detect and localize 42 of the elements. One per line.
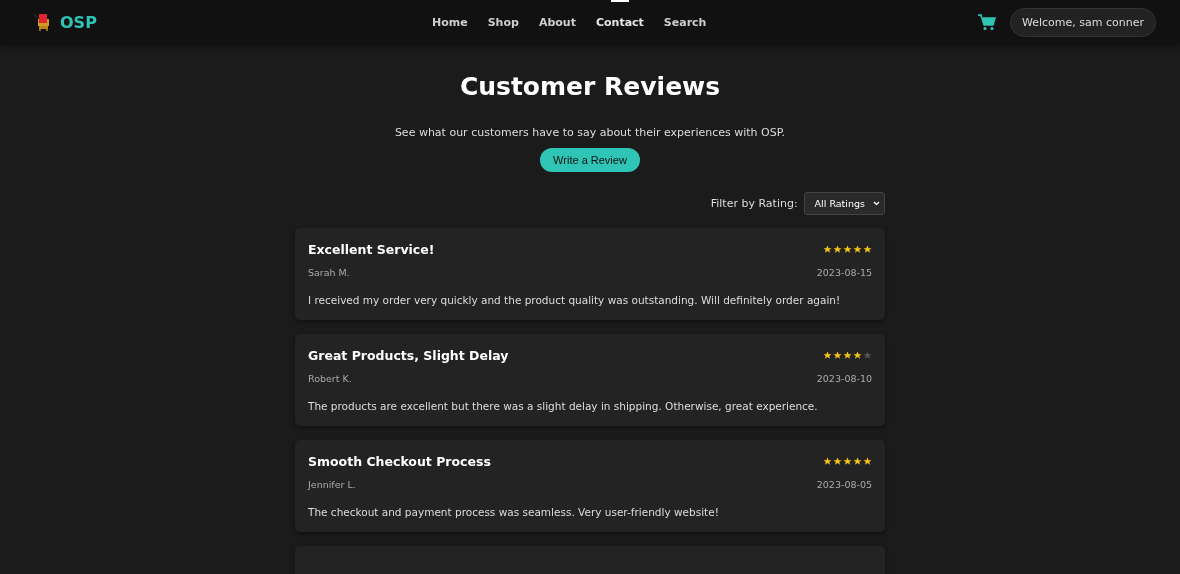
review-date: 2023-08-10 bbox=[816, 373, 872, 384]
review-title: Great Products, Slight Delay bbox=[308, 348, 509, 363]
write-review-button[interactable]: Write a Review bbox=[540, 148, 640, 172]
review-author: Jennifer L. bbox=[308, 479, 356, 490]
review-author: Sarah M. bbox=[308, 267, 350, 278]
star-icon bbox=[833, 245, 842, 254]
nav-link[interactable]: About bbox=[528, 0, 586, 44]
star-icon bbox=[853, 457, 862, 466]
star-icon bbox=[863, 245, 872, 254]
review-text: The products are excellent but there was a slight delay in shipping. Otherwise, great experience. bbox=[308, 400, 819, 412]
star-icon bbox=[853, 351, 862, 360]
intro-text: See what our customers have to say about their experiences with OSP. bbox=[394, 126, 786, 139]
chevron-icon bbox=[873, 201, 880, 206]
star-icon bbox=[823, 457, 832, 466]
nav-link[interactable]: Contact bbox=[585, 0, 654, 44]
review-title: Excellent Service! bbox=[308, 242, 435, 257]
review-text: The checkout and payment process was seamless. Very user-friendly website! bbox=[308, 506, 720, 518]
star-icon bbox=[833, 351, 842, 360]
review-title: Smooth Checkout Process bbox=[308, 454, 491, 469]
review-text: I received my order very quickly and the product quality was outstanding. Will definitely order again! bbox=[308, 294, 842, 306]
nav-link[interactable]: Home bbox=[422, 0, 478, 44]
rating-filter-select[interactable]: All Ratings bbox=[803, 192, 885, 215]
star-icon bbox=[823, 245, 832, 254]
star-icon bbox=[843, 245, 852, 254]
review-date: 2023-08-05 bbox=[816, 479, 872, 490]
star-icon bbox=[853, 245, 862, 254]
cart-logo-icon bbox=[34, 13, 50, 31]
brand-name[interactable]: OSP bbox=[60, 12, 97, 32]
star-icon bbox=[843, 351, 852, 360]
star-icon bbox=[823, 351, 832, 360]
welcome-badge[interactable]: Welcome, sam conner bbox=[1010, 7, 1156, 37]
cart-icon[interactable] bbox=[978, 13, 996, 31]
page-title: Customer Reviews bbox=[459, 72, 721, 101]
nav-link[interactable]: Shop bbox=[477, 0, 529, 44]
filter-label: Filter by Rating: bbox=[710, 197, 798, 210]
review-author: Robert K. bbox=[308, 373, 352, 384]
star-icon bbox=[843, 457, 852, 466]
star-icon bbox=[863, 457, 872, 466]
review-date: 2023-08-15 bbox=[816, 267, 872, 278]
nav-link[interactable]: Search bbox=[653, 0, 717, 44]
star-icon bbox=[863, 351, 872, 360]
star-icon bbox=[833, 457, 842, 466]
